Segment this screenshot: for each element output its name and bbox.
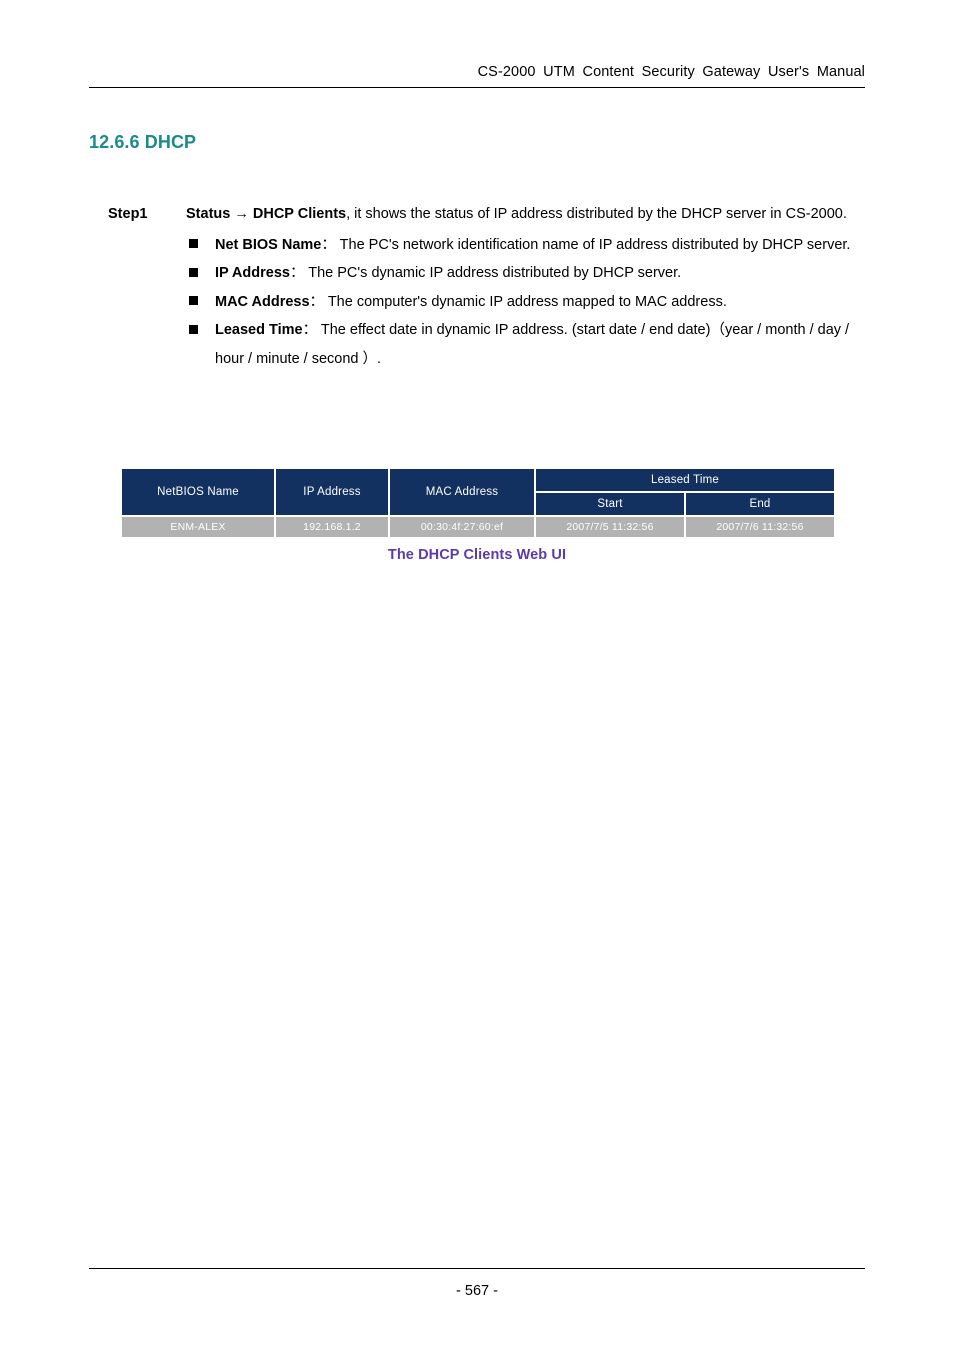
square-bullet-icon	[189, 259, 215, 288]
cell-ip-address: 192.168.1.2	[276, 517, 388, 537]
bullet-term: MAC Address	[215, 293, 310, 310]
document-footer: - 567 -	[89, 1268, 865, 1299]
step-block: Step1 Status → DHCP Clients, it shows th…	[108, 200, 868, 373]
square-bullet-icon	[189, 231, 215, 260]
bullet-term: IP Address	[215, 265, 290, 281]
dhcp-clients-table-figure: NetBIOS Name IP Address MAC Address Leas…	[120, 467, 836, 539]
page-number: - 567 -	[456, 1283, 498, 1299]
table-header: NetBIOS Name IP Address MAC Address Leas…	[122, 469, 834, 515]
step-description: Status → DHCP Clients, it shows the stat…	[186, 200, 868, 229]
column-header-mac-address: MAC Address	[390, 469, 534, 515]
cell-netbios-name: ENM-ALEX	[122, 517, 274, 537]
footer-divider	[89, 1268, 865, 1269]
bullet-description: The PC's dynamic IP address distributed …	[308, 265, 682, 281]
square-bullet-icon	[189, 288, 215, 317]
bullet-content: IP Address： The PC's dynamic IP address …	[215, 259, 868, 288]
cell-leased-end: 2007/7/6 11:32:56	[686, 517, 834, 537]
dhcp-clients-table: NetBIOS Name IP Address MAC Address Leas…	[120, 467, 836, 539]
column-header-start: Start	[536, 493, 684, 515]
running-title: CS-2000 UTM Content Security Gateway Use…	[477, 64, 865, 80]
bullet-description: The computer's dynamic IP address mapped…	[327, 293, 727, 310]
list-item: IP Address： The PC's dynamic IP address …	[189, 259, 868, 288]
cell-mac-address: 00:30:4f:27:60:ef	[390, 517, 534, 537]
step-row: Step1 Status → DHCP Clients, it shows th…	[108, 200, 868, 229]
table-row: ENM-ALEX 192.168.1.2 00:30:4f:27:60:ef 2…	[122, 517, 834, 537]
table-header-row-1: NetBIOS Name IP Address MAC Address Leas…	[122, 469, 834, 515]
square-bullet-icon	[189, 316, 215, 345]
bullet-content: Net BIOS Name： The PC's network identifi…	[215, 231, 868, 260]
list-item: MAC Address： The computer's dynamic IP a…	[189, 288, 868, 317]
header-divider	[89, 87, 865, 88]
list-item: Leased Time： The effect date in dynamic …	[189, 316, 868, 373]
section-heading: 12.6.6 DHCP	[89, 132, 197, 152]
step-nav-status: Status	[186, 206, 231, 222]
column-header-leased-time: Leased Time	[536, 469, 834, 491]
bullet-content: MAC Address： The computer's dynamic IP a…	[215, 288, 868, 317]
arrow-icon: →	[234, 206, 249, 222]
bullet-colon: ：	[302, 322, 318, 338]
column-header-ip-address: IP Address	[276, 469, 388, 515]
bullet-term: Leased Time	[215, 322, 303, 338]
step-label: Step1	[108, 206, 148, 222]
bullet-colon: ：	[289, 265, 305, 281]
list-item: Net BIOS Name： The PC's network identifi…	[189, 231, 868, 260]
bullet-term: Net BIOS Name	[215, 236, 322, 253]
document-page: CS-2000 UTM Content Security Gateway Use…	[0, 0, 954, 1350]
column-header-netbios-name: NetBIOS Name	[122, 469, 274, 515]
bullet-content: Leased Time： The effect date in dynamic …	[215, 316, 868, 373]
step-lead-rest: , it shows the status of IP address dist…	[346, 206, 847, 222]
step-nav-dhcp-clients: DHCP Clients	[252, 206, 347, 222]
document-header: CS-2000 UTM Content Security Gateway Use…	[89, 62, 865, 88]
table-body: ENM-ALEX 192.168.1.2 00:30:4f:27:60:ef 2…	[122, 517, 834, 537]
bullet-description: The PC's network identification name of …	[339, 236, 851, 253]
bullet-list: Net BIOS Name： The PC's network identifi…	[108, 231, 868, 374]
figure-caption: The DHCP Clients Web UI	[387, 547, 567, 563]
cell-leased-start: 2007/7/5 11:32:56	[536, 517, 684, 537]
bullet-colon: ：	[309, 293, 325, 310]
column-header-end: End	[686, 493, 834, 515]
bullet-colon: ：	[321, 236, 336, 253]
